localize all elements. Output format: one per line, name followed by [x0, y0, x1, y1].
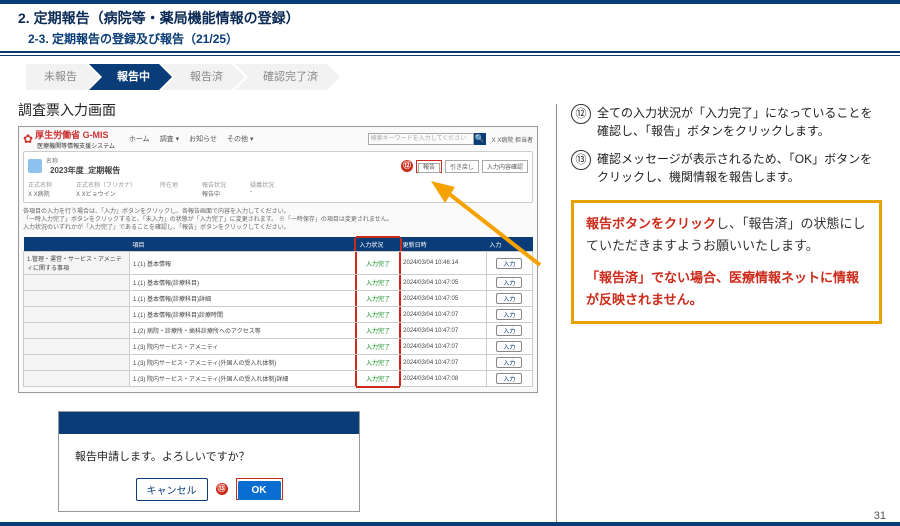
dialog-message: 報告申請します。よろしいですか？ [75, 448, 343, 464]
gmis-logo-icon: ✿ [23, 132, 33, 146]
search-button[interactable]: 🔍 [474, 133, 486, 145]
report-button[interactable]: 報告 [418, 163, 440, 173]
step-3: 確認完了済 [235, 64, 340, 90]
gmis-title: 厚生労働省 G-MIS [35, 130, 109, 140]
badge-12: ⑫ [401, 160, 413, 172]
confirm-dialog: 報告申請します。よろしいですか？ キャンセル ⑬ OK [58, 411, 360, 512]
withdraw-button[interactable]: 引き戻し [445, 160, 479, 173]
step-1: 報告中 [89, 64, 172, 90]
input-status-table: 項目入力状況更新日時入力1.管理・運営・サービス・アメニティに関する事項1.(1… [23, 236, 533, 388]
edit-button[interactable]: 入力 [496, 357, 522, 368]
nav-tab[interactable]: ホーム [129, 134, 150, 144]
badge-13: ⑬ [216, 483, 228, 495]
edit-button[interactable]: 入力 [496, 341, 522, 352]
edit-button[interactable]: 入力 [496, 277, 522, 288]
edit-button[interactable]: 入力 [496, 258, 522, 269]
confirm-input-button[interactable]: 入力内容確認 [482, 160, 528, 173]
ok-button[interactable]: OK [238, 481, 281, 500]
search-input[interactable]: 検索キーワードを入力してください [368, 133, 474, 145]
record-icon [28, 159, 42, 173]
edit-button[interactable]: 入力 [496, 373, 522, 384]
page-number: 31 [874, 510, 886, 522]
step-2: 報告済 [162, 64, 245, 90]
gmis-screenshot: ✿ 厚生労働省 G-MIS医療機関等情報支援システム ホーム調査 ▾お知らせその… [18, 126, 538, 393]
section-title: 調査票入力画面 [18, 100, 538, 120]
progress-stepper: 未報告報告中報告済確認完了済 [26, 64, 900, 90]
cancel-button[interactable]: キャンセル [136, 478, 208, 501]
instruction-list: ⑫全ての入力状況が「入力完了」になっていることを確認し、「報告」ボタンをクリック… [571, 104, 882, 186]
nav-tab[interactable]: 調査 ▾ [160, 134, 179, 144]
user-label: X X病院 担当者 [492, 135, 533, 144]
edit-button[interactable]: 入力 [496, 309, 522, 320]
nav-tab[interactable]: お知らせ [189, 134, 217, 144]
edit-button[interactable]: 入力 [496, 293, 522, 304]
step-0: 未報告 [26, 64, 99, 90]
warning-callout: 報告ボタンをクリックし、「報告済」の状態にしていただきますようお願いいたします。… [571, 200, 882, 324]
edit-button[interactable]: 入力 [496, 325, 522, 336]
heading-3: 2-3. 定期報告の登録及び報告（21/25） [28, 30, 900, 47]
report-title: 2023年度_定期報告 [50, 165, 120, 176]
heading-2: 2. 定期報告（病院等・薬局機能情報の登録） [18, 8, 900, 28]
nav-tab[interactable]: その他 ▾ [227, 134, 253, 144]
